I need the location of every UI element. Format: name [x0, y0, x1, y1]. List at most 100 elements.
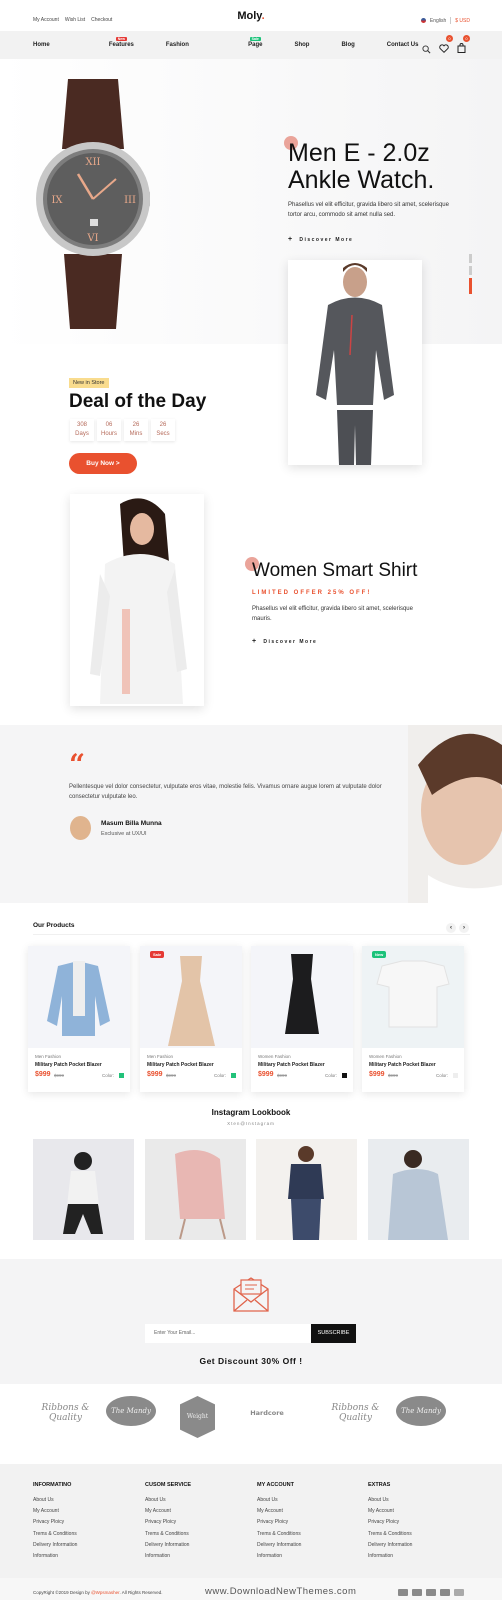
product-category: Men Fashion — [147, 1054, 174, 1059]
subscribe-button[interactable]: SUBSCRIBE — [311, 1324, 356, 1343]
nav-item-blog[interactable]: Blog — [341, 42, 370, 48]
product-card[interactable]: Sale Men Fashion Military Patch Pocket B… — [140, 946, 242, 1092]
product-name[interactable]: Military Patch Pocket Blazer — [147, 1062, 214, 1068]
hoodie-model-image — [316, 263, 394, 465]
logo-text: Moly — [237, 10, 262, 22]
footer-link[interactable]: Information — [368, 1553, 412, 1559]
instagram-title: Instagram Lookbook — [211, 1108, 291, 1117]
instagram-photo[interactable] — [368, 1139, 469, 1240]
footer-link[interactable]: My Account — [33, 1508, 77, 1514]
new-badge: New — [115, 37, 127, 41]
nav-item-features[interactable]: NewFeatures — [82, 37, 150, 48]
color-swatch[interactable] — [453, 1073, 458, 1078]
product-category: Women Fashion — [258, 1054, 291, 1059]
footer-link[interactable]: My Account — [257, 1508, 301, 1514]
cart-count: 0 — [463, 35, 470, 42]
product-name[interactable]: Military Patch Pocket Blazer — [35, 1062, 102, 1068]
product-card[interactable]: Women Fashion Military Patch Pocket Blaz… — [251, 946, 353, 1092]
slider-dot[interactable] — [469, 266, 472, 275]
shirt-product-card[interactable] — [70, 494, 204, 706]
footer-heading: EXTRAS — [368, 1482, 391, 1488]
instagram-photo[interactable] — [33, 1139, 134, 1240]
nav-item-fashion[interactable]: Fashion — [166, 42, 205, 48]
slider-dot-active[interactable] — [469, 278, 472, 294]
nav-label: Features — [108, 42, 134, 48]
hoodie-product-card[interactable] — [288, 260, 422, 465]
products-title: Our Products — [33, 922, 75, 929]
product-category: Women Fashion — [369, 1054, 402, 1059]
testimonial-section: “ Pellentesque vel dolor consectetur, vu… — [0, 725, 502, 903]
product-old-price: $999 — [166, 1073, 177, 1078]
brand-logo[interactable]: Hardcore — [248, 1409, 286, 1417]
footer-link[interactable]: Delivery Information — [368, 1542, 412, 1548]
prev-arrow-button[interactable]: ‹ — [446, 923, 456, 933]
countdown-timer: 308 Days 06 Hours 26 Mins 26 Secs — [70, 419, 178, 441]
wishlist-button[interactable]: 0 — [439, 35, 453, 58]
product-category: Men Fashion — [35, 1054, 62, 1059]
footer-link[interactable]: About Us — [145, 1497, 191, 1503]
us-flag-icon — [420, 18, 426, 23]
author-link[interactable]: @Wpsmasher — [91, 1590, 119, 1595]
footer-link[interactable]: My Account — [368, 1508, 412, 1514]
brand-logo[interactable]: The Mandy — [106, 1396, 156, 1426]
logo-dot: . — [261, 10, 265, 22]
nav-item-page[interactable]: SalePage — [221, 37, 279, 48]
footer-link[interactable]: Trems & Conditions — [33, 1531, 77, 1537]
hero-discover-link[interactable]: + Discover More — [288, 236, 353, 243]
footer-heading: INFORMATINO — [33, 1482, 72, 1488]
nav-item-home[interactable]: Home — [33, 42, 66, 48]
sale-tag: Sale — [150, 951, 165, 958]
brand-logo[interactable]: Weight — [180, 1396, 215, 1438]
product-image — [28, 946, 130, 1048]
language-select[interactable]: English — [430, 18, 446, 24]
product-name[interactable]: Military Patch Pocket Blazer — [258, 1062, 325, 1068]
footer-link[interactable]: Privacy Ploicy — [257, 1519, 301, 1525]
footer-link[interactable]: Trems & Conditions — [368, 1531, 412, 1537]
product-card[interactable]: Men Fashion Military Patch Pocket Blazer… — [28, 946, 130, 1092]
next-arrow-button[interactable]: › — [459, 923, 469, 933]
color-label: Color: — [102, 1073, 115, 1078]
footer-link[interactable]: Delivery Information — [33, 1542, 77, 1548]
brand-logo[interactable]: Ribbons & Quality — [33, 1403, 98, 1423]
footer-link[interactable]: About Us — [257, 1497, 301, 1503]
footer-link[interactable]: Information — [145, 1553, 191, 1559]
cart-button[interactable]: 0 — [457, 35, 470, 58]
svg-text:IX: IX — [51, 195, 63, 206]
color-swatch[interactable] — [119, 1073, 124, 1078]
product-name[interactable]: Military Patch Pocket Blazer — [369, 1062, 436, 1068]
brand-logo[interactable]: The Mandy — [396, 1396, 446, 1426]
nav-icons: 0 0 — [422, 35, 470, 58]
footer-link[interactable]: Information — [257, 1553, 301, 1559]
deal-title: Deal of the Day — [69, 391, 207, 412]
countdown-value: 06 — [105, 422, 113, 428]
footer-link[interactable]: Trems & Conditions — [145, 1531, 191, 1537]
color-swatch[interactable] — [342, 1073, 347, 1078]
footer-link[interactable]: Privacy Ploicy — [368, 1519, 412, 1525]
author-role: Exclusive at UX/UI — [101, 831, 147, 837]
footer-link[interactable]: Information — [33, 1553, 77, 1559]
mail-envelope-icon — [233, 1277, 269, 1312]
product-card[interactable]: New Women Fashion Military Patch Pocket … — [362, 946, 464, 1092]
footer-link[interactable]: Trems & Conditions — [257, 1531, 301, 1537]
brand-logo[interactable]: Ribbons & Quality — [323, 1403, 388, 1423]
instagram-photo[interactable] — [256, 1139, 357, 1240]
footer-link[interactable]: Privacy Ploicy — [33, 1519, 77, 1525]
footer-link[interactable]: About Us — [33, 1497, 77, 1503]
currency-select[interactable]: $ USD — [455, 18, 470, 24]
email-input[interactable]: Enter Your Email... — [145, 1324, 311, 1343]
nav-item-shop[interactable]: Shop — [294, 42, 325, 48]
footer-link[interactable]: Privacy Ploicy — [145, 1519, 191, 1525]
color-swatch[interactable] — [231, 1073, 236, 1078]
color-label: Color: — [214, 1073, 227, 1078]
search-icon[interactable] — [422, 44, 431, 54]
instagram-photo[interactable] — [145, 1139, 246, 1240]
buy-now-button[interactable]: Buy Now > — [69, 453, 137, 474]
hero-description: Phasellus vel elit efficitur, gravida li… — [288, 202, 449, 218]
slider-dot[interactable] — [469, 254, 472, 263]
shirt-discover-link[interactable]: + Discover More — [252, 638, 317, 645]
footer-link[interactable]: Delivery Information — [145, 1542, 191, 1548]
footer-link[interactable]: About Us — [368, 1497, 412, 1503]
countdown-mins: 26 Mins — [124, 419, 148, 441]
footer-link[interactable]: My Account — [145, 1508, 191, 1514]
footer-link[interactable]: Delivery Information — [257, 1542, 301, 1548]
